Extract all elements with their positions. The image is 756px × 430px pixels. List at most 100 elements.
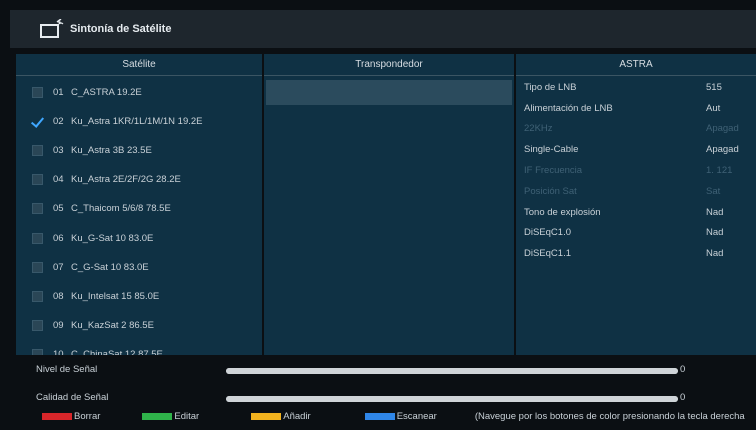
signal-level-bar <box>226 368 678 374</box>
setting-label: DiSEqC1.0 <box>524 227 571 239</box>
satellite-name: Ku_G-Sat 10 83.0E <box>71 232 154 244</box>
satellite-tv-icon <box>40 19 64 39</box>
satellite-item[interactable]: 06 Ku_G-Sat 10 83.0E <box>16 223 262 252</box>
scan-key-label: Escanear <box>396 410 437 422</box>
satellite-number: 08 <box>53 290 64 302</box>
setting-row[interactable]: DiSEqC1.1 Nad <box>516 243 756 264</box>
signal-quality-value: 0 <box>680 392 686 403</box>
satellite-item[interactable]: 08 Ku_Intelsat 15 85.0E <box>16 282 262 311</box>
satellite-number: 10 <box>53 348 64 355</box>
signal-level: Nivel de Señal 0 <box>16 360 756 380</box>
setting-label: DiSEqC1.1 <box>524 248 571 260</box>
satellite-number: 07 <box>53 261 64 273</box>
setting-row[interactable]: Tipo de LNB 515 <box>516 77 756 98</box>
transponder-panel: Transpondedor <box>264 54 514 355</box>
satellite-name: C_ASTRA 19.2E <box>71 87 142 99</box>
setting-row: IF Frecuencia 1. 121 <box>516 160 756 181</box>
satellite-number: 01 <box>53 87 64 99</box>
satellite-number: 04 <box>53 174 64 186</box>
scan-key[interactable]: Escanear <box>364 410 437 422</box>
green-key-swatch <box>142 412 173 420</box>
setting-value: 515 <box>706 81 722 93</box>
checkbox-icon[interactable] <box>32 87 43 99</box>
add-key-label: Añadir <box>283 410 311 422</box>
satellite-name: Ku_Intelsat 15 85.0E <box>71 290 160 302</box>
setting-value: 1. 121 <box>706 165 733 177</box>
signal-quality: Calidad de Señal 0 <box>16 388 756 408</box>
setting-row[interactable]: Tono de explosión Nad <box>516 202 756 223</box>
settings-panel-heading: ASTRA <box>516 54 756 76</box>
satellite-item[interactable]: 10 C_ChinaSat 12 87.5E <box>16 340 262 355</box>
satellite-name: Ku_Astra 1KR/1L/1M/1N 19.2E <box>71 116 203 128</box>
setting-label: Tono de explosión <box>524 206 601 218</box>
satellite-list: 01 C_ASTRA 19.2E 02 Ku_Astra 1KR/1L/1M/1N 1… <box>16 78 262 355</box>
satellite-panel: Satélite 01 C_ASTRA 19.2E 02 Ku_Astra 1KR/1… <box>16 54 262 355</box>
setting-row: Posición Sat Sat <box>516 181 756 202</box>
setting-label: Single-Cable <box>524 144 579 156</box>
satellite-name: C_G-Sat 10 83.0E <box>71 261 149 273</box>
satellite-item[interactable]: 02 Ku_Astra 1KR/1L/1M/1N 19.2E <box>16 107 262 136</box>
satellite-item[interactable]: 04 Ku_Astra 2E/2F/2G 28.2E <box>16 165 262 194</box>
add-key[interactable]: Añadir <box>251 410 311 422</box>
satellite-tuning-screen: Sintonía de Satélite Satélite 01 C_ASTRA … <box>0 0 756 430</box>
signal-quality-label: Calidad de Señal <box>36 392 109 403</box>
satellite-item[interactable]: 03 Ku_Astra 3B 23.5E <box>16 136 262 165</box>
satellite-name: Ku_Astra 2E/2F/2G 28.2E <box>71 174 181 186</box>
satellite-item[interactable]: 01 C_ASTRA 19.2E <box>16 78 262 107</box>
satellite-number: 06 <box>53 232 64 244</box>
setting-row[interactable]: Single-Cable Apagad <box>516 139 756 160</box>
edit-key[interactable]: Editar <box>142 411 199 422</box>
satellite-name: C_Thaicom 5/6/8 78.5E <box>71 203 171 215</box>
checkbox-icon[interactable] <box>32 290 43 302</box>
checkbox-icon[interactable] <box>32 203 43 215</box>
checkbox-icon[interactable] <box>32 232 43 244</box>
settings-list: Tipo de LNB 515 Alimentación de LNB Aut 22KH… <box>516 76 756 264</box>
checkbox-icon[interactable] <box>32 319 43 331</box>
setting-label: 22KHz <box>524 123 553 135</box>
navigation-hint: (Navegue por los botones de color presio… <box>474 410 745 422</box>
setting-label: Tipo de LNB <box>524 81 577 93</box>
checkbox-checked-icon[interactable] <box>32 116 43 127</box>
setting-value: Sat <box>706 185 721 197</box>
setting-value: Nad <box>706 248 724 260</box>
satellite-item[interactable]: 07 C_G-Sat 10 83.0E <box>16 253 262 282</box>
checkbox-icon[interactable] <box>32 348 43 355</box>
setting-label: IF Frecuencia <box>524 165 583 177</box>
blue-key-swatch <box>364 412 395 420</box>
transponder-panel-heading: Transpondedor <box>264 54 514 76</box>
delete-key[interactable]: Borrar <box>42 411 100 422</box>
red-key-swatch <box>42 412 72 420</box>
satellite-name: C_ChinaSat 12 87.5E <box>71 348 163 355</box>
yellow-key-swatch <box>251 412 282 420</box>
setting-value: Apagad <box>706 123 739 135</box>
checkbox-icon[interactable] <box>32 174 43 186</box>
setting-row[interactable]: Alimentación de LNB Aut <box>516 98 756 119</box>
edit-key-label: Editar <box>174 410 200 422</box>
page-title: Sintonía de Satélite <box>70 23 172 35</box>
signal-level-value: 0 <box>680 364 686 375</box>
satellite-number: 05 <box>53 203 64 215</box>
signal-level-label: Nivel de Señal <box>36 364 98 375</box>
satellite-item[interactable]: 09 Ku_KazSat 2 86.5E <box>16 311 262 340</box>
satellite-number: 03 <box>53 145 64 157</box>
setting-value: Apagad <box>706 144 739 156</box>
setting-label: Alimentación de LNB <box>524 102 613 114</box>
satellite-name: Ku_Astra 3B 23.5E <box>71 145 152 157</box>
setting-row[interactable]: DiSEqC1.0 Nad <box>516 223 756 244</box>
color-key-footer: Borrar Editar Añadir Escanear (Navegue p… <box>16 406 756 426</box>
satellite-item[interactable]: 05 C_Thaicom 5/6/8 78.5E <box>16 194 262 223</box>
setting-value: Aut <box>706 102 721 114</box>
title-bar: Sintonía de Satélite <box>10 10 756 48</box>
checkbox-icon[interactable] <box>32 261 43 273</box>
transponder-row-selected[interactable] <box>266 80 512 105</box>
satellite-number: 02 <box>53 116 64 128</box>
signal-quality-bar <box>226 396 678 402</box>
satellite-panel-heading: Satélite <box>16 54 262 76</box>
setting-value: Nad <box>706 227 724 239</box>
satellite-settings-panel: ASTRA Tipo de LNB 515 Alimentación de LNB A… <box>516 54 756 355</box>
checkbox-icon[interactable] <box>32 145 43 157</box>
satellite-number: 09 <box>53 319 64 331</box>
setting-value: Nad <box>706 206 724 218</box>
setting-label: Posición Sat <box>524 185 577 197</box>
satellite-name: Ku_KazSat 2 86.5E <box>71 319 154 331</box>
